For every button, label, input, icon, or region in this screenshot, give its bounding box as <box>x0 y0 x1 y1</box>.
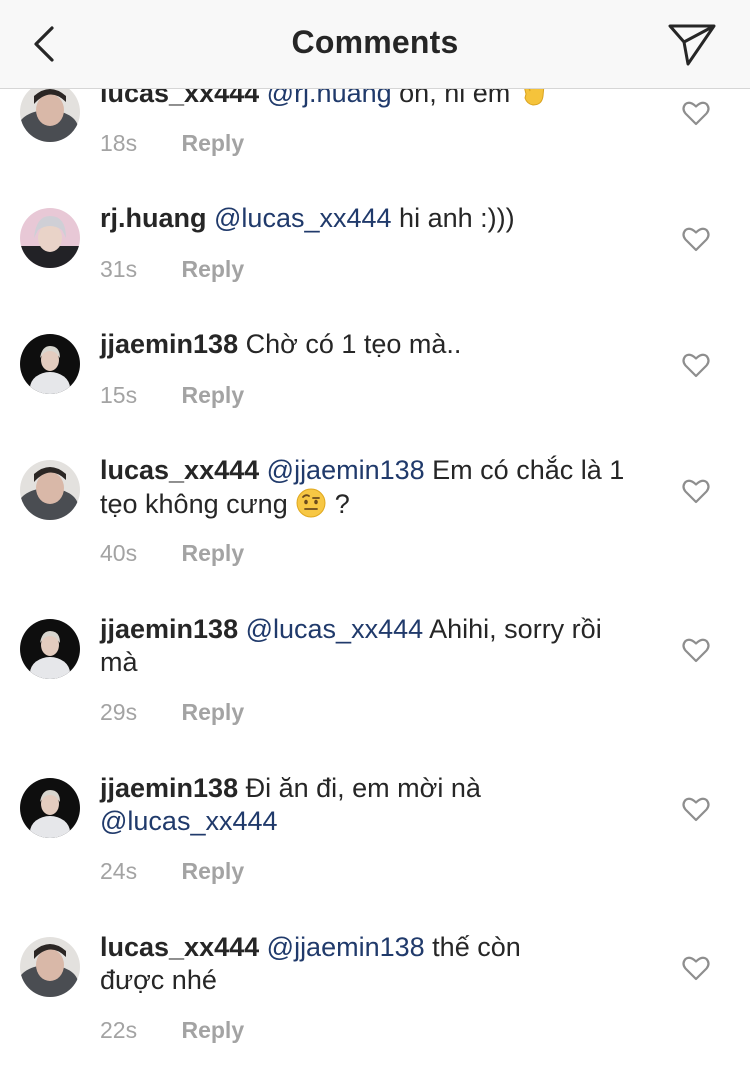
comment-username[interactable]: jjaemin138 <box>100 614 238 644</box>
reply-button[interactable]: Reply <box>181 699 244 725</box>
comment-timestamp: 31s <box>100 256 138 282</box>
comment-timestamp: 40s <box>100 540 138 566</box>
comment-mention[interactable]: @lucas_xx444 <box>214 203 392 233</box>
page-title: Comments <box>291 24 459 60</box>
comment-timestamp: 22s <box>100 1017 138 1043</box>
reply-button[interactable]: Reply <box>181 256 244 282</box>
comment-meta: 15s Reply <box>100 382 244 409</box>
comment-meta: 24s Reply <box>100 858 244 885</box>
reply-button[interactable]: Reply <box>181 858 244 884</box>
comment-mention[interactable]: @lucas_xx444 <box>246 614 424 644</box>
comment-body: Chờ có 1 tẹo mà.. <box>245 329 462 359</box>
comment-mention[interactable]: @jjaemin138 <box>267 455 425 485</box>
comment-meta: 18s Reply <box>100 130 244 157</box>
heart-icon[interactable] <box>682 226 710 252</box>
avatar[interactable] <box>20 778 80 838</box>
comment-timestamp: 15s <box>100 382 138 408</box>
comment-timestamp: 18s <box>100 130 138 156</box>
comment-text: jjaemin138 Chờ có 1 tẹo mà.. <box>100 328 660 361</box>
comment-meta: 40s Reply <box>100 540 244 567</box>
reply-button[interactable]: Reply <box>181 540 244 566</box>
comment-timestamp: 29s <box>100 699 138 725</box>
comment-text: jjaemin138 @lucas_xx444 Ahihi, sorry rồi… <box>100 613 620 679</box>
comment-text: rj.huang @lucas_xx444 hi anh :))) <box>100 202 660 235</box>
comment-body: hi anh :))) <box>399 203 515 233</box>
comment-body: Đi ăn đi, em mời nà <box>245 773 481 803</box>
comment-mention[interactable]: @lucas_xx444 <box>100 806 278 836</box>
comment-list: lucas_xx444 @rj.huang oh, hi em 18s Repl… <box>0 0 750 1069</box>
comment-text: lucas_xx444 @jjaemin138 thế còn được nhé <box>100 931 560 997</box>
reply-button[interactable]: Reply <box>181 382 244 408</box>
reply-button[interactable]: Reply <box>181 1017 244 1043</box>
comment-body-suffix: ? <box>334 489 350 519</box>
heart-icon[interactable] <box>682 100 710 126</box>
avatar[interactable] <box>20 937 80 997</box>
comment-mention[interactable]: @jjaemin138 <box>267 932 425 962</box>
reply-button[interactable]: Reply <box>181 130 244 156</box>
comment-username[interactable]: jjaemin138 <box>100 329 238 359</box>
heart-icon[interactable] <box>682 478 710 504</box>
heart-icon[interactable] <box>682 955 710 981</box>
avatar[interactable] <box>20 334 80 394</box>
avatar[interactable] <box>20 460 80 520</box>
comment-username[interactable]: rj.huang <box>100 203 207 233</box>
comment-meta: 22s Reply <box>100 1017 244 1044</box>
avatar[interactable] <box>20 619 80 679</box>
comment-username[interactable]: lucas_xx444 <box>100 932 259 962</box>
comment-username[interactable]: lucas_xx444 <box>100 455 259 485</box>
heart-icon[interactable] <box>682 637 710 663</box>
avatar[interactable] <box>20 82 80 142</box>
comment-meta: 29s Reply <box>100 699 244 726</box>
comment-username[interactable]: jjaemin138 <box>100 773 238 803</box>
comment-meta: 31s Reply <box>100 256 244 283</box>
top-bar: Comments <box>0 0 750 89</box>
avatar[interactable] <box>20 208 80 268</box>
heart-icon[interactable] <box>682 796 710 822</box>
raised-eyebrow-emoji <box>296 488 326 518</box>
comment-timestamp: 24s <box>100 858 138 884</box>
comment-text: jjaemin138 Đi ăn đi, em mời nà @lucas_xx… <box>100 772 520 838</box>
heart-icon[interactable] <box>682 352 710 378</box>
paper-plane-icon[interactable] <box>664 18 720 70</box>
comment-text: lucas_xx444 @jjaemin138 Em có chắc là 1 … <box>100 454 660 521</box>
